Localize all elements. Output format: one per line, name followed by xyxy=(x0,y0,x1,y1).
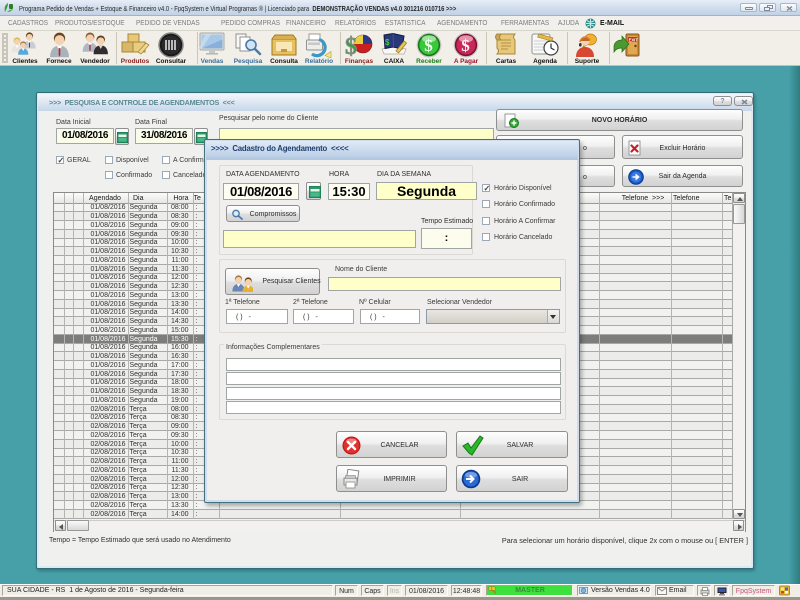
svg-text:$: $ xyxy=(385,38,390,47)
svg-text:$: $ xyxy=(424,36,433,55)
svg-text:$: $ xyxy=(461,36,470,55)
svg-text:$: $ xyxy=(345,34,357,58)
svg-text:EXIT: EXIT xyxy=(629,37,639,42)
